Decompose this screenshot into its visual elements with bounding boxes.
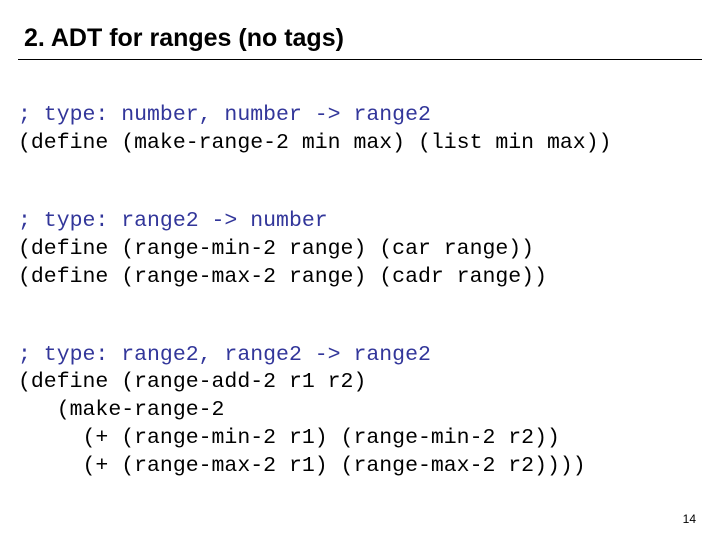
code-line: (define (range-add-2 r1 r2) (18, 370, 366, 394)
code-area: ; type: number, number -> range2 (define… (18, 74, 702, 481)
comment-line: ; type: range2, range2 -> range2 (18, 343, 431, 367)
code-line: (+ (range-max-2 r1) (range-max-2 r2)))) (18, 454, 586, 478)
code-line: (define (make-range-2 min max) (list min… (18, 131, 612, 155)
blank-line (18, 158, 702, 180)
blank-line (18, 292, 702, 314)
slide: 2. ADT for ranges (no tags) ; type: numb… (0, 0, 720, 540)
code-line: (make-range-2 (18, 398, 224, 422)
comment-line: ; type: number, number -> range2 (18, 103, 431, 127)
page-number: 14 (683, 512, 696, 526)
comment-line: ; type: range2 -> number (18, 209, 328, 233)
slide-title: 2. ADT for ranges (no tags) (24, 24, 702, 53)
code-line: (define (range-max-2 range) (cadr range)… (18, 265, 547, 289)
title-underline (18, 59, 702, 60)
code-line: (+ (range-min-2 r1) (range-min-2 r2)) (18, 426, 560, 450)
code-line: (define (range-min-2 range) (car range)) (18, 237, 534, 261)
